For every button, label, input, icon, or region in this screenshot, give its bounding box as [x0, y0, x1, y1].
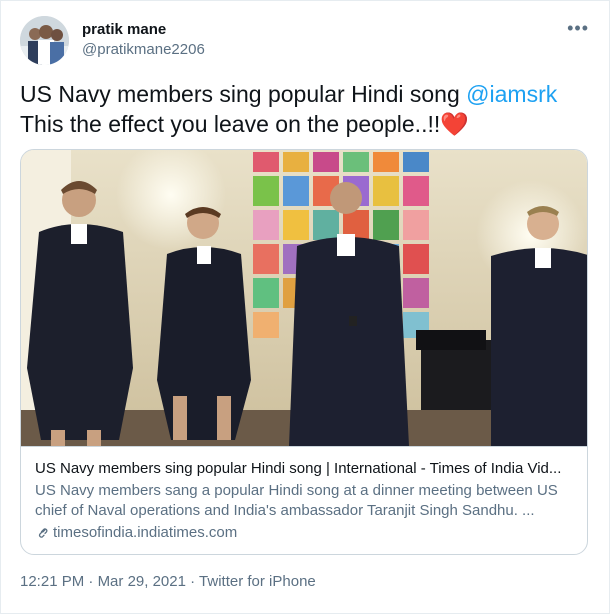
card-thumbnail[interactable]: [21, 150, 587, 446]
tweet-date[interactable]: Mar 29, 2021: [98, 573, 186, 590]
card-title[interactable]: US Navy members sing popular Hindi song …: [35, 459, 575, 479]
tweet-container: pratik mane @pratikmane2206 ••• US Navy …: [0, 0, 610, 614]
more-options-button[interactable]: •••: [567, 18, 589, 38]
tweet-text-line2: This the effect you leave on the people.…: [20, 111, 441, 137]
card-body[interactable]: US Navy members sing popular Hindi song …: [21, 446, 587, 554]
more-horizontal-icon: •••: [567, 18, 589, 38]
tweet-header: pratik mane @pratikmane2206 •••: [20, 16, 595, 66]
meta-separator-1: ·: [88, 573, 94, 590]
tweet-meta: 12:21 PM · Mar 29, 2021 · Twitter for iP…: [20, 572, 316, 592]
link-icon: [38, 528, 48, 538]
user-handle[interactable]: @pratikmane2206: [82, 40, 205, 60]
display-name[interactable]: pratik mane: [82, 20, 205, 40]
card-domain-text: timesofindia.indiatimes.com: [53, 524, 238, 541]
heart-emoji: ❤️: [440, 111, 469, 137]
tweet-text: US Navy members sing popular Hindi song …: [20, 79, 595, 139]
tweet-text-line1: US Navy members sing popular Hindi song: [20, 81, 467, 107]
user-avatar-icon: [20, 16, 69, 65]
meta-separator-2: ·: [190, 573, 196, 590]
tweet-time[interactable]: 12:21 PM: [20, 573, 84, 590]
card-domain[interactable]: timesofindia.indiatimes.com: [35, 523, 237, 543]
card-description: US Navy members sang a popular Hindi son…: [35, 482, 558, 519]
avatar[interactable]: [20, 16, 69, 65]
card-thumbnail-image: [21, 150, 587, 446]
mention-link[interactable]: @iamsrk: [466, 81, 557, 107]
link-card[interactable]: US Navy members sing popular Hindi song …: [20, 149, 588, 555]
tweet-source[interactable]: Twitter for iPhone: [199, 573, 316, 590]
